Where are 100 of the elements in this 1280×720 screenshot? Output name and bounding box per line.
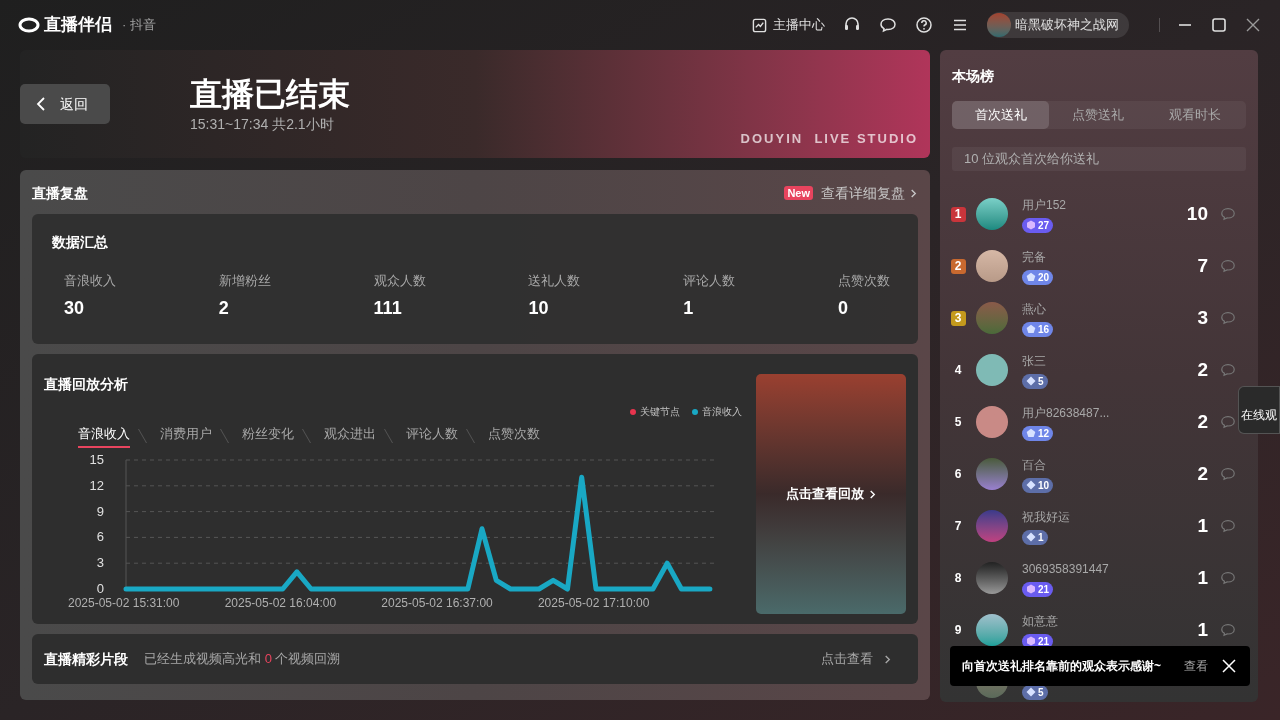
chevron-right-icon [909, 188, 918, 198]
rank-number: 6 [953, 466, 963, 482]
highlights-summary: 已经生成视频高光和 0 个视频回溯 [144, 650, 341, 669]
fan-level-badge: 5 [1022, 373, 1048, 389]
chart-tab[interactable]: 评论人数 [406, 424, 458, 448]
legend-label: 音浪收入 [702, 405, 742, 419]
online-viewers-label: 在线观 [1241, 408, 1277, 422]
viewer-avatar [976, 354, 1008, 386]
stat-label: 送礼人数 [528, 272, 582, 290]
x-tick-label: 2025-05-02 15:31:00 [68, 596, 180, 610]
user-avatar [987, 13, 1011, 37]
comment-icon[interactable] [1220, 206, 1236, 222]
gift-count: 7 [1196, 253, 1208, 278]
analysis-title: 直播回放分析 [44, 375, 128, 394]
help-icon[interactable] [915, 16, 933, 34]
stream-duration: 15:31~17:34 共2.1小时 [190, 114, 335, 134]
chart-tab[interactable]: 音浪收入 [78, 424, 130, 448]
chart-tab[interactable]: 粉丝变化 [242, 424, 294, 448]
y-tick-label: 6 [96, 529, 104, 545]
first-gift-summary: 10 位观众首次给你送礼 [952, 147, 1246, 171]
stat-value: 2 [218, 296, 230, 320]
comment-icon[interactable] [1220, 310, 1236, 326]
viewer-name: 如意意 [1022, 612, 1059, 630]
comment-icon[interactable] [1220, 570, 1236, 586]
viewer-avatar [976, 458, 1008, 490]
comment-icon[interactable] [1220, 466, 1236, 482]
stream-ended-title: 直播已结束 [190, 74, 350, 114]
gift-count: 2 [1196, 461, 1208, 486]
viewer-name: 用户82638487... [1022, 404, 1111, 422]
comment-icon[interactable] [1220, 258, 1236, 274]
x-tick-label: 2025-05-02 16:04:00 [224, 596, 337, 610]
x-tick-label: 2025-05-02 16:37:00 [381, 596, 493, 610]
rank-number: 9 [953, 622, 963, 638]
fan-level-badge: 12 [1022, 425, 1054, 441]
replay-thumbnail-button[interactable]: 点击查看回放 [756, 374, 906, 614]
review-title: 直播复盘 [32, 183, 88, 203]
stat-value: 10 [528, 296, 550, 320]
stat-label: 音浪收入 [64, 272, 117, 290]
gift-count: 1 [1196, 617, 1208, 642]
close-icon[interactable] [1222, 659, 1236, 673]
stat-value: 1 [683, 296, 695, 320]
y-tick-label: 3 [96, 555, 104, 571]
app-logo-icon [18, 17, 40, 33]
detailed-review-link[interactable]: 查看详细复盘 [821, 182, 918, 204]
chat-icon[interactable] [879, 16, 897, 34]
comment-icon[interactable] [1220, 414, 1236, 430]
chart-tab[interactable]: 点赞次数 [488, 424, 540, 448]
fan-level-badge: 21 [1022, 581, 1054, 597]
viewer-avatar [976, 614, 1008, 646]
toast-view-link[interactable]: 查看 [1184, 657, 1208, 675]
viewer-avatar [976, 302, 1008, 334]
gift-count: 2 [1196, 409, 1208, 434]
ranking-tab[interactable]: 点赞送礼 [1049, 101, 1146, 129]
gift-count: 2 [1196, 357, 1208, 382]
rank-number: 5 [953, 414, 963, 430]
toast-message: 向首次送礼排名靠前的观众表示感谢~ [962, 658, 1161, 675]
gift-count: 3 [1196, 305, 1208, 330]
stat-label: 新增粉丝 [218, 272, 272, 290]
maximize-icon[interactable] [1210, 16, 1228, 34]
rank-number: 4 [953, 362, 963, 378]
viewer-avatar [976, 198, 1008, 230]
fan-level-badge: 20 [1022, 269, 1054, 285]
viewer-name: 燕心 [1022, 300, 1047, 318]
streamer-center-button[interactable]: 主播中心 [752, 15, 825, 35]
y-tick-label: 15 [89, 452, 104, 467]
ranking-tab[interactable]: 观看时长 [1146, 101, 1243, 129]
rank-number: 2 [950, 258, 966, 274]
viewer-name: 完备 [1022, 248, 1047, 266]
stat-value: 0 [838, 296, 849, 320]
ranking-tab[interactable]: 首次送礼 [952, 101, 1049, 129]
y-tick-label: 0 [96, 581, 104, 596]
comment-icon[interactable] [1220, 362, 1236, 378]
ranking-title: 本场榜 [952, 67, 995, 86]
stat-label: 评论人数 [683, 272, 737, 290]
comment-icon[interactable] [1220, 518, 1236, 534]
back-button[interactable]: 返回 [20, 84, 110, 124]
viewer-name: 用户152 [1022, 196, 1068, 214]
fan-level-badge: 1 [1022, 529, 1048, 545]
gift-count: 1 [1196, 565, 1208, 590]
viewer-avatar [976, 510, 1008, 542]
comment-icon[interactable] [1220, 622, 1236, 638]
chart-tab[interactable]: 观众进出 [324, 424, 376, 448]
legend-label: 关键节点 [640, 405, 680, 419]
stat-value: 30 [64, 296, 86, 320]
view-highlights-link[interactable]: 点击查看 [821, 649, 906, 669]
viewer-avatar [976, 250, 1008, 282]
y-tick-label: 9 [96, 503, 104, 519]
viewer-name: 张三 [1022, 352, 1047, 370]
summary-title: 数据汇总 [52, 233, 109, 252]
x-tick-label: 2025-05-02 17:10:00 [537, 596, 650, 610]
chart-tab[interactable]: 消费用户 [160, 424, 212, 448]
chevron-left-icon [36, 96, 46, 112]
rank-number: 8 [953, 570, 963, 586]
user-profile-button[interactable]: 暗黑破坏神之战网 [987, 12, 1129, 38]
gift-count: 1 [1196, 513, 1208, 538]
fan-level-badge: 10 [1022, 477, 1054, 493]
viewer-avatar [976, 406, 1008, 438]
viewer-name: 百合 [1022, 456, 1047, 474]
chevron-right-icon [867, 489, 877, 499]
gift-count: 10 [1185, 201, 1208, 226]
